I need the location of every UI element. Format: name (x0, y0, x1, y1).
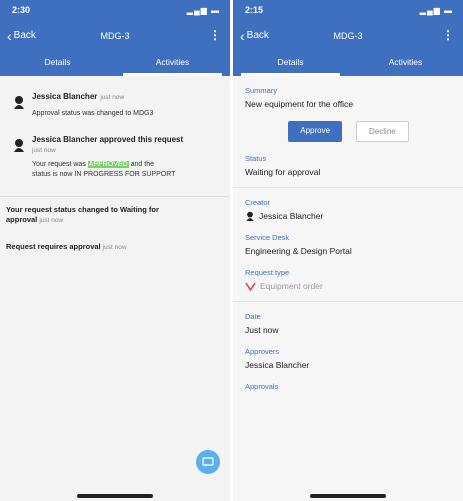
signal-battery-icon: ▂▄▆ ▬ (186, 6, 220, 15)
more-menu-icon[interactable]: ⋮ (209, 28, 221, 42)
request-type-icon (245, 282, 256, 291)
activity-item: Jessica Blancher approved this request j… (12, 135, 220, 180)
field-value: Just now (245, 325, 279, 335)
date-field: Date Just now (245, 312, 452, 335)
status-time: 2:15 (245, 5, 264, 15)
service-desk-field: Service Desk Engineering & Design Portal (245, 233, 452, 256)
request-type-field: Request type Equipment order (245, 268, 452, 291)
approve-button[interactable]: Approve (288, 121, 343, 142)
approvals-field: Approvals (245, 382, 452, 391)
tab-details[interactable]: Details (233, 52, 348, 76)
field-value: Engineering & Design Portal (245, 246, 352, 256)
field-label: Approvers (245, 347, 280, 356)
summary-field: Summary New equipment for the office (245, 86, 452, 109)
home-indicator (310, 494, 386, 498)
field-label: Service Desk (245, 233, 290, 242)
signal-battery-icon: ▂▄▆ ▬ (419, 6, 453, 15)
decline-button[interactable]: Decline (356, 121, 409, 142)
status-change-item: Your request status changed to Waiting f… (6, 205, 224, 226)
page-title: MDG-3 (100, 31, 130, 41)
status-time: 2:30 (12, 5, 31, 15)
comment-icon (202, 457, 214, 467)
divider (233, 301, 463, 302)
tab-bar: Details Activities (0, 52, 230, 76)
avatar-icon (14, 96, 24, 109)
activity-author: Jessica Blancher approved this request (32, 135, 184, 144)
activity-text: status is now IN PROGRESS FOR SUPPORT (32, 171, 176, 178)
field-label: Summary (245, 86, 278, 95)
field-value: New equipment for the office (245, 99, 354, 109)
field-label: Status (245, 154, 267, 163)
activity-list: Jessica Blancher just now Approval status… (0, 76, 230, 253)
nav-bar: ‹ Back MDG-3 ⋮ (233, 22, 463, 52)
approvers-field: Approvers Jessica Blancher (245, 347, 452, 370)
creator-field: Creator Jessica Blancher (245, 198, 452, 221)
home-indicator (77, 494, 153, 498)
page-title: MDG-3 (333, 31, 363, 41)
status-bar: 2:15 ▂▄▆ ▬ (233, 0, 463, 22)
nav-bar: ‹ Back MDG-3 ⋮ (0, 22, 230, 52)
status-change-text: Your request status changed to Waiting f… (6, 205, 159, 214)
field-label: Request type (245, 268, 290, 277)
approval-actions: Approve Decline (245, 121, 452, 142)
activity-time: just now (100, 94, 125, 101)
tab-activities[interactable]: Activities (348, 52, 463, 76)
avatar-icon (246, 211, 254, 221)
activity-item: Jessica Blancher just now Approval status… (12, 92, 220, 119)
details-panel: Summary New equipment for the office App… (233, 76, 463, 391)
avatar-icon (14, 139, 24, 152)
activity-text: and the (128, 161, 154, 168)
tab-bar: Details Activities (233, 52, 463, 76)
status-field: Status Waiting for approval (245, 154, 452, 177)
activity-text: Your request was (32, 161, 88, 168)
field-label: Date (245, 312, 261, 321)
divider (233, 187, 463, 188)
field-value: Equipment order (260, 281, 323, 291)
field-label: Creator (245, 198, 271, 207)
approved-badge: APPROVED (87, 161, 129, 168)
more-menu-icon[interactable]: ⋮ (442, 28, 454, 42)
approval-required-item: Request requires approval just now (6, 242, 224, 253)
field-value: Jessica Blancher (245, 360, 310, 370)
status-change-text: approval (6, 215, 38, 224)
status-bar: 2:30 ▂▄▆ ▬ (0, 0, 230, 22)
field-value: Waiting for approval (245, 167, 321, 177)
activity-text: Approval status was changed to MDG3 (32, 110, 154, 117)
field-value: Jessica Blancher (259, 211, 324, 221)
activity-time: just now (39, 217, 64, 224)
activity-time: just now (32, 147, 56, 154)
tab-activities[interactable]: Activities (115, 52, 230, 76)
activity-author: Jessica Blancher (32, 92, 98, 101)
right-phone-screen: 2:15 ▂▄▆ ▬ ‹ Back MDG-3 ⋮ Details Activi… (233, 0, 463, 501)
field-label: Approvals (245, 382, 279, 391)
approval-required-text: Request requires approval (6, 242, 101, 251)
tab-details[interactable]: Details (0, 52, 115, 76)
activity-time: just now (102, 244, 127, 251)
comment-fab-button[interactable] (196, 450, 220, 474)
divider (0, 196, 230, 197)
left-phone-screen: 2:30 ▂▄▆ ▬ ‹ Back MDG-3 ⋮ Details Activi… (0, 0, 230, 501)
